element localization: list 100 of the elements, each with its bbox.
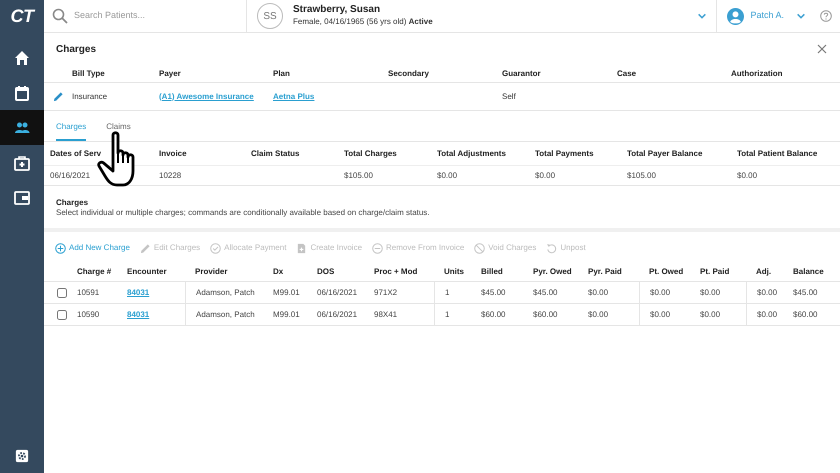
column-header: Adj. [756, 266, 772, 278]
column-header: Charge # [77, 266, 112, 278]
column-header: Claim Status [251, 148, 300, 160]
column-header: Dates of Serv [50, 148, 102, 160]
table-cell: M99.01 [273, 308, 300, 320]
table-cell: $60.00 [481, 308, 506, 320]
patient-name: Strawberry, Susan [293, 4, 382, 16]
table-cell-text: $0.00 [437, 170, 458, 182]
column-header: Total Adjustments [437, 148, 507, 160]
table-cell: $0.00 [757, 308, 778, 320]
people-icon [14, 120, 30, 136]
tab[interactable]: Charges [56, 121, 86, 141]
check-circle-icon [210, 242, 222, 254]
search-field[interactable]: Search Patients... [74, 9, 224, 23]
help-icon [820, 10, 832, 22]
user-icon [727, 8, 744, 24]
table-cell-text: 10228 [159, 170, 182, 182]
column-header: Units [444, 266, 465, 278]
home-icon [14, 50, 30, 66]
plus-circle-icon [55, 242, 66, 254]
table-cell: $0.00 [650, 286, 670, 298]
table-cell-text: 06/16/2021 [50, 170, 92, 182]
column-header: Encounter [127, 266, 168, 278]
pencil-icon [140, 242, 151, 254]
table-cell-text: Self [502, 90, 517, 102]
action-button[interactable]: Add New Charge [55, 242, 130, 254]
column-header: Authorization [731, 68, 784, 80]
table-cell: 1 [445, 308, 450, 320]
column-header: Payer [159, 68, 182, 80]
table-cell: $0.00 [757, 286, 778, 298]
column-header: Billed [481, 266, 504, 278]
table-cell-text: $0.00 [535, 170, 556, 182]
table-cell: Adamson, Patch [196, 286, 255, 298]
column-header: Plan [273, 68, 291, 80]
encounter-link[interactable]: 84031 [127, 286, 150, 298]
table-cell: $0.00 [700, 308, 720, 320]
column-header: Case [617, 68, 638, 80]
payer-link[interactable]: (A1) Awesome Insurance [159, 92, 254, 100]
table-cell-text: $0.00 [737, 170, 758, 182]
table-cell: 98X41 [374, 308, 398, 320]
column-header: Total Payer Balance [627, 148, 704, 160]
table-cell: M99.01 [273, 286, 300, 298]
column-header: Total Payments [535, 148, 595, 160]
column-header: Provider [195, 266, 228, 278]
table-cell: 06/16/2021 [317, 286, 358, 298]
column-header: Balance [793, 266, 825, 278]
encounter-link[interactable]: 84031 [127, 308, 150, 320]
checkbox[interactable] [56, 310, 66, 320]
table-cell: $60.00 [793, 308, 818, 320]
table-cell: $45.00 [793, 286, 818, 298]
close-icon [817, 44, 827, 54]
table-cell: 1 [445, 286, 450, 298]
app-logo: CT [10, 5, 34, 28]
user-menu-button[interactable]: Patch A. [717, 0, 812, 32]
column-header: Total Charges [344, 148, 398, 160]
column-header: Pyr. Owed [533, 266, 573, 278]
undo-icon [546, 242, 558, 254]
column-header: Total Patient Balance [737, 148, 818, 160]
table-cell: $45.00 [533, 286, 558, 298]
tab[interactable]: Claims [106, 121, 131, 141]
column-header: Pt. Owed [649, 266, 684, 278]
column-header: Pt. Paid [700, 266, 730, 278]
table-cell-text: $105.00 [627, 170, 657, 182]
column-header: Secondary [388, 68, 430, 80]
table-cell: $0.00 [700, 286, 720, 298]
section-description: Select individual or multiple charges; commands are conditionally available based on charge/claim status. [56, 208, 431, 218]
table-cell: 06/16/2021 [317, 308, 358, 320]
table-cell: $45.00 [481, 286, 506, 298]
table-cell: 10590 [77, 308, 100, 320]
wallet-icon [14, 190, 30, 206]
minus-circle-icon [372, 242, 384, 254]
chevron-icon [696, 11, 707, 21]
table-cell: 971X2 [374, 286, 398, 298]
table-cell: $60.00 [533, 308, 558, 320]
section-title: Charges [56, 198, 90, 208]
settings-icon [15, 449, 29, 463]
patient-avatar: SS [257, 3, 283, 29]
close-button[interactable] [816, 43, 828, 55]
patient-details: Female, 04/16/1965 (56 yrs old) Active [293, 16, 433, 28]
table-cell: $0.00 [650, 308, 670, 320]
payer-link[interactable]: Aetna Plus [273, 92, 314, 100]
column-header: Proc + Mod [374, 266, 418, 278]
column-header: DOS [317, 266, 336, 278]
checkbox[interactable] [56, 288, 66, 298]
search-icon [52, 8, 68, 24]
column-header: Guarantor [502, 68, 542, 80]
pencil-icon [52, 91, 64, 102]
document-icon [296, 242, 308, 254]
table-cell: 10591 [77, 286, 100, 298]
column-header: Bill Type [72, 68, 106, 80]
table-cell: $0.00 [588, 286, 608, 298]
table-cell: Adamson, Patch [196, 308, 255, 320]
table-cell-text: Insurance [72, 90, 108, 102]
sidebar-item[interactable] [0, 110, 44, 145]
table-cell: $0.00 [588, 308, 608, 320]
panel-title: Charges [56, 42, 96, 56]
column-header: Pyr. Paid [588, 266, 623, 278]
column-header: Invoice [159, 148, 188, 160]
calendar-icon [14, 84, 30, 100]
column-header: Dx [273, 266, 284, 278]
